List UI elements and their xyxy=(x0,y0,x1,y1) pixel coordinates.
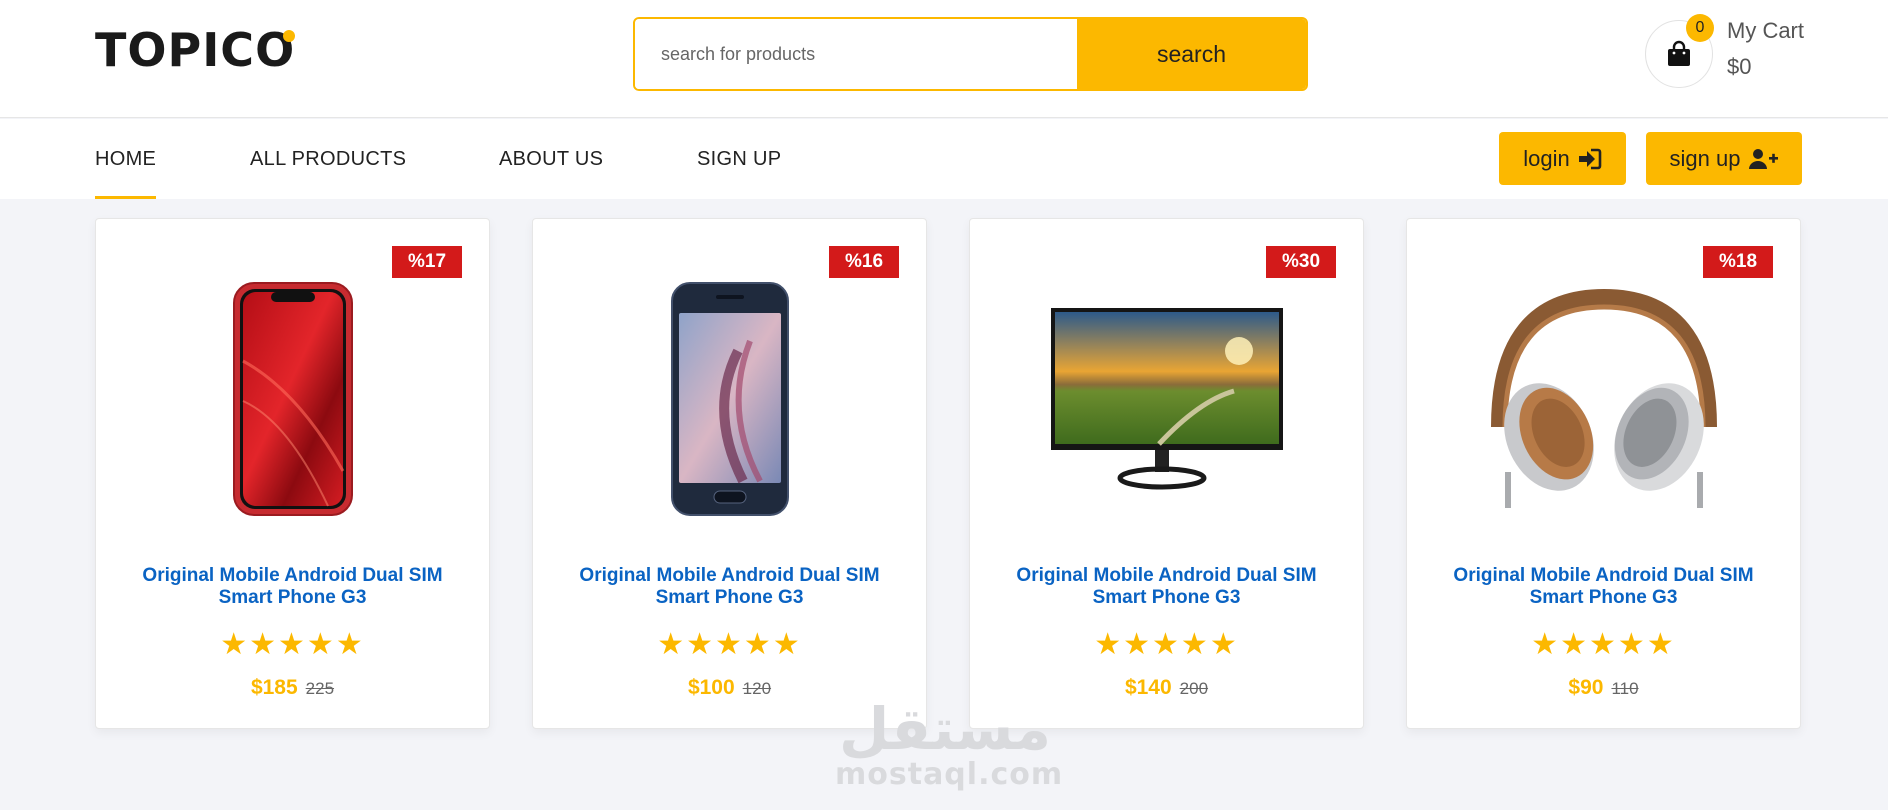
product-card[interactable]: %30 Original Mobile Android Dual SIM Sma… xyxy=(969,218,1364,729)
nav-about-us[interactable]: ABOUT US xyxy=(499,148,603,171)
product-title[interactable]: Original Mobile Android Dual SIM Smart P… xyxy=(1427,565,1780,609)
nav-sign-up[interactable]: SIGN UP xyxy=(697,148,781,171)
top-header: TOPICO search 0 My Cart $0 xyxy=(0,0,1888,118)
watermark-latin: mostaql.com xyxy=(835,757,1064,792)
logo-text: TOPICO xyxy=(95,23,296,77)
price-row: $90 110 xyxy=(1407,676,1800,700)
search-form: search xyxy=(633,17,1308,91)
product-title[interactable]: Original Mobile Android Dual SIM Smart P… xyxy=(990,565,1343,609)
product-card[interactable]: %18 Original Mobile Android Dual SIM Sma… xyxy=(1406,218,1801,729)
old-price: 120 xyxy=(742,679,772,698)
product-card[interactable]: %16 Original Mobile Android Dual SIM Sma… xyxy=(532,218,927,729)
signup-button[interactable]: sign up xyxy=(1646,132,1802,185)
price-row: $185 225 xyxy=(96,676,489,700)
signup-label: sign up xyxy=(1669,145,1741,171)
red-smartphone-image xyxy=(232,282,353,516)
price: $185 xyxy=(250,676,298,699)
old-price: 200 xyxy=(1179,679,1209,698)
old-price: 225 xyxy=(305,679,335,698)
product-title[interactable]: Original Mobile Android Dual SIM Smart P… xyxy=(116,565,469,609)
product-image[interactable] xyxy=(970,279,1363,519)
monitor-image xyxy=(1050,308,1283,490)
watermark-arabic: مستقل xyxy=(838,695,1052,763)
old-price: 110 xyxy=(1611,679,1639,698)
product-image[interactable] xyxy=(96,279,489,519)
price: $100 xyxy=(687,676,735,699)
login-button[interactable]: login xyxy=(1499,132,1626,185)
cart-widget[interactable]: 0 My Cart $0 xyxy=(1645,14,1845,94)
search-button[interactable]: search xyxy=(1077,19,1306,89)
discount-badge: %30 xyxy=(1266,246,1336,278)
discount-badge: %16 xyxy=(829,246,899,278)
rating-stars: ★★★★★ xyxy=(1094,627,1239,662)
login-label: login xyxy=(1523,145,1570,171)
shopping-bag-icon xyxy=(1668,40,1690,66)
blue-smartphone-image xyxy=(670,282,789,516)
search-input[interactable] xyxy=(635,19,1077,89)
nav-home[interactable]: HOME xyxy=(95,148,157,199)
logo[interactable]: TOPICO xyxy=(95,22,296,78)
user-plus-icon xyxy=(1749,148,1779,169)
watermark: مستقل mostaql.com xyxy=(835,695,1064,792)
cart-count-badge: 0 xyxy=(1686,14,1714,42)
discount-badge: %17 xyxy=(392,246,462,278)
price: $90 xyxy=(1568,676,1604,699)
product-image[interactable] xyxy=(1407,279,1800,519)
headphones-image xyxy=(1490,288,1717,508)
price: $140 xyxy=(1124,676,1172,699)
discount-badge: %18 xyxy=(1703,246,1773,278)
product-title[interactable]: Original Mobile Android Dual SIM Smart P… xyxy=(553,565,906,609)
cart-label: My Cart xyxy=(1727,18,1804,43)
rating-stars: ★★★★★ xyxy=(220,627,365,662)
rating-stars: ★★★★★ xyxy=(1531,627,1676,662)
product-image[interactable] xyxy=(533,279,926,519)
sign-in-icon xyxy=(1578,148,1602,169)
main-nav: HOME ALL PRODUCTS ABOUT US SIGN UP login… xyxy=(0,119,1888,199)
cart-total: $0 xyxy=(1727,54,1752,79)
product-card[interactable]: %17 Original Mobile Android Dual SIM Sma… xyxy=(95,218,490,729)
nav-all-products[interactable]: ALL PRODUCTS xyxy=(250,148,406,171)
rating-stars: ★★★★★ xyxy=(657,627,802,662)
